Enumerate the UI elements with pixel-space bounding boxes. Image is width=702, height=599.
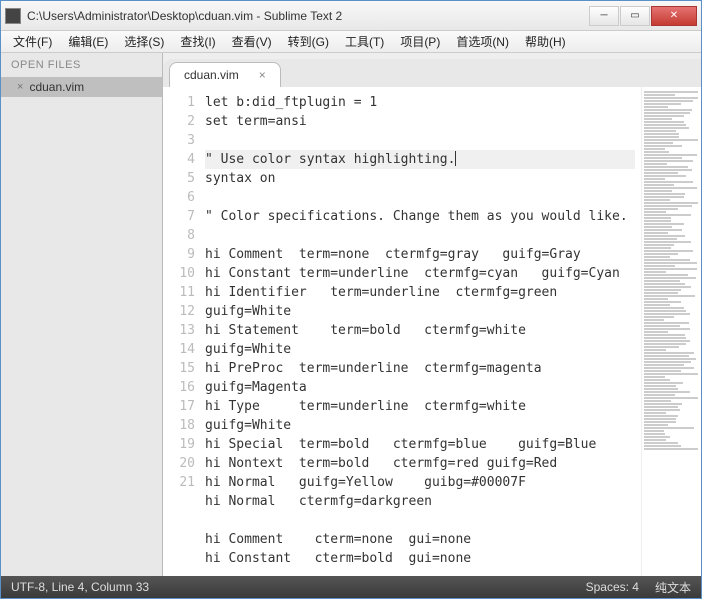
status-syntax[interactable]: 纯文本 <box>655 579 691 596</box>
menu-edit[interactable]: 编辑(E) <box>60 31 116 52</box>
statusbar: UTF-8, Line 4, Column 33 Spaces: 4 纯文本 <box>1 576 701 598</box>
sidebar-header: OPEN FILES <box>1 53 162 77</box>
menu-goto[interactable]: 转到(G) <box>280 31 337 52</box>
tab-file[interactable]: cduan.vim × <box>169 62 281 87</box>
menu-tools[interactable]: 工具(T) <box>337 31 392 52</box>
menu-prefs[interactable]: 首选项(N) <box>448 31 517 52</box>
content-area: OPEN FILES × cduan.vim cduan.vim × 12345… <box>1 53 701 576</box>
menu-file[interactable]: 文件(F) <box>5 31 60 52</box>
minimap[interactable] <box>641 87 701 576</box>
menu-help[interactable]: 帮助(H) <box>517 31 574 52</box>
menu-project[interactable]: 项目(P) <box>392 31 448 52</box>
menu-select[interactable]: 选择(S) <box>116 31 172 52</box>
code-area[interactable]: let b:did_ftplugin = 1set term=ansi" Use… <box>205 87 641 576</box>
sidebar-item-label: cduan.vim <box>29 80 84 94</box>
menu-view[interactable]: 查看(V) <box>224 31 280 52</box>
minimize-button[interactable]: ─ <box>589 6 619 26</box>
app-icon <box>5 8 21 24</box>
line-gutter: 123456789101112131415161718192021 <box>163 87 205 576</box>
window-title: C:\Users\Administrator\Desktop\cduan.vim… <box>27 9 589 23</box>
window-buttons: ─ ▭ ✕ <box>589 6 697 26</box>
sidebar-item-file[interactable]: × cduan.vim <box>1 77 162 97</box>
titlebar: C:\Users\Administrator\Desktop\cduan.vim… <box>1 1 701 31</box>
editor-body[interactable]: 123456789101112131415161718192021 let b:… <box>163 87 701 576</box>
close-button[interactable]: ✕ <box>651 6 697 26</box>
editor-pane: cduan.vim × 1234567891011121314151617181… <box>163 59 701 576</box>
menubar: 文件(F) 编辑(E) 选择(S) 查找(I) 查看(V) 转到(G) 工具(T… <box>1 31 701 53</box>
close-icon[interactable]: × <box>17 81 23 93</box>
sidebar: OPEN FILES × cduan.vim <box>1 53 163 576</box>
tab-label: cduan.vim <box>184 68 239 82</box>
menu-find[interactable]: 查找(I) <box>172 31 223 52</box>
status-spaces[interactable]: Spaces: 4 <box>586 580 639 594</box>
maximize-button[interactable]: ▭ <box>620 6 650 26</box>
tabbar: cduan.vim × <box>163 59 701 87</box>
tab-close-icon[interactable]: × <box>259 68 266 82</box>
status-position[interactable]: UTF-8, Line 4, Column 33 <box>11 580 149 594</box>
